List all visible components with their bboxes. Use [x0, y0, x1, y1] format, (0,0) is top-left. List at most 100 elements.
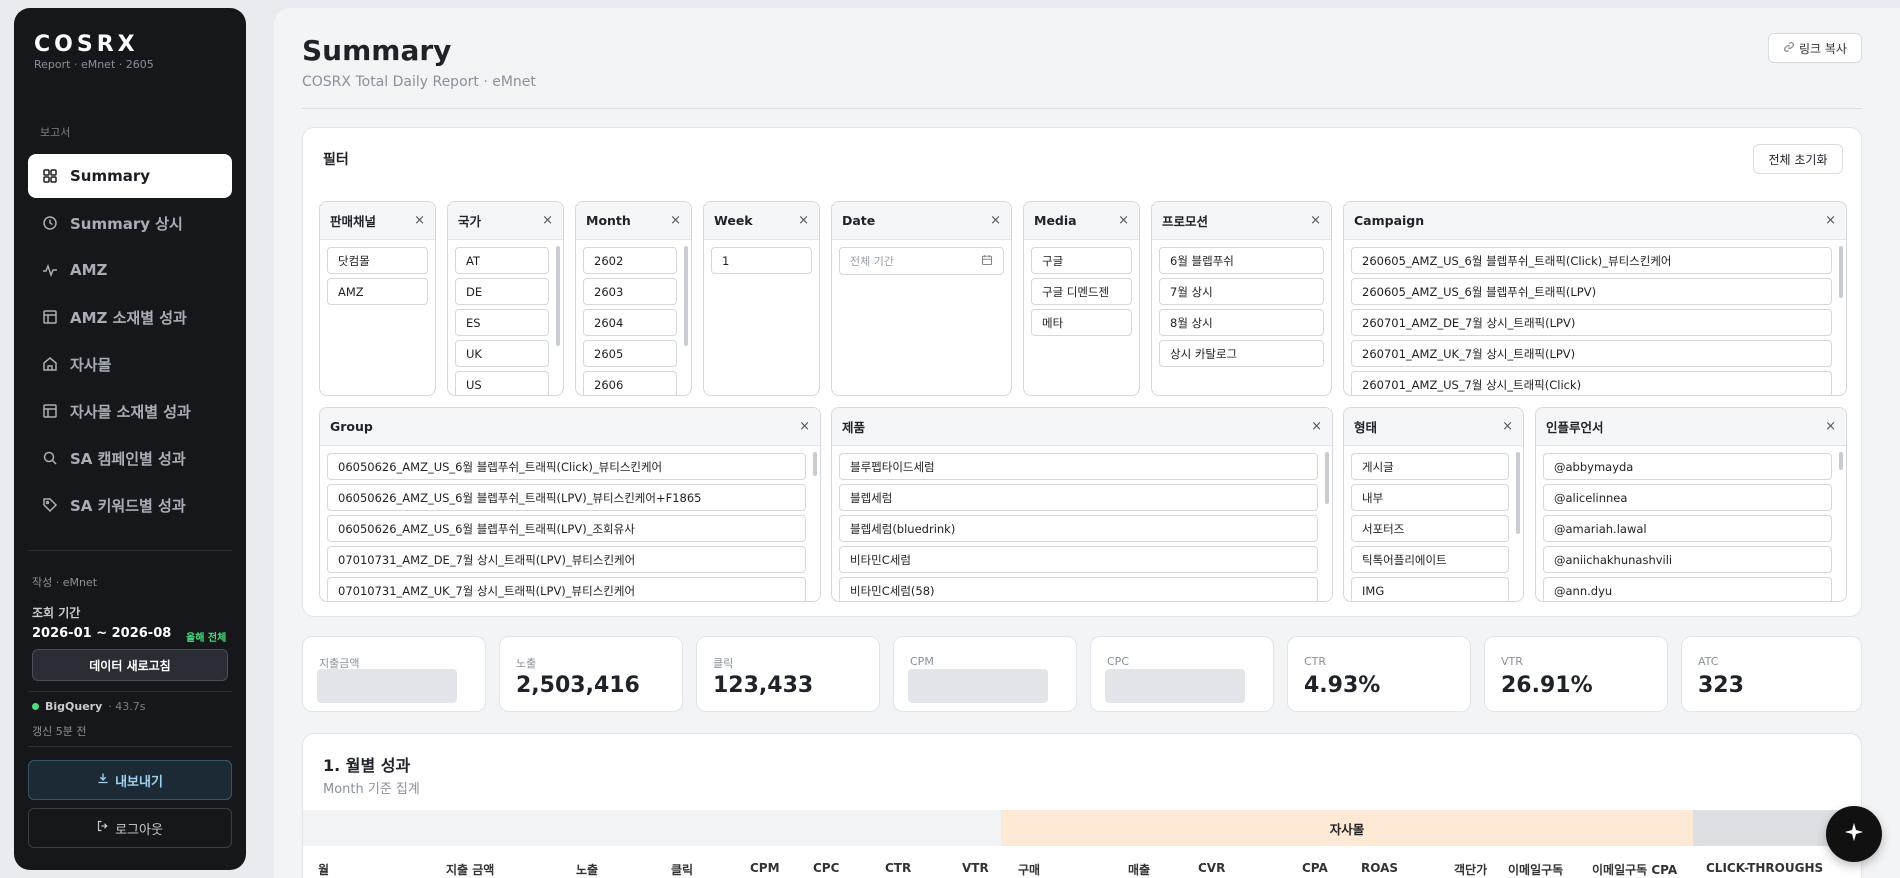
filter-option[interactable]: 비타민C세럼(58) [839, 577, 1318, 601]
filter-option[interactable]: 260701_AMZ_UK_7월 상시_트래픽(LPV) [1351, 340, 1832, 367]
filter-option[interactable]: 게시글 [1351, 453, 1509, 480]
table-header[interactable]: 매출 [1128, 861, 1150, 878]
filter-option[interactable]: 06050626_AMZ_US_6월 블렙푸쉬_트래픽(LPV)_조회유사 [327, 515, 806, 542]
table-header[interactable]: 이메일구독 [1508, 861, 1563, 878]
table-header[interactable]: CPM [750, 861, 780, 875]
filter-option[interactable]: 06050626_AMZ_US_6월 블렙푸쉬_트래픽(LPV)_뷰티스킨케어+… [327, 484, 806, 511]
filter-option[interactable]: 06050626_AMZ_US_6월 블렙푸쉬_트래픽(Click)_뷰티스킨케… [327, 453, 806, 480]
sidebar-item-amz-creative[interactable]: AMZ 소재별 성과 [28, 295, 232, 339]
table-header[interactable]: VTR [962, 861, 989, 875]
close-icon[interactable]: × [1825, 213, 1836, 228]
scrollbar[interactable] [1839, 246, 1843, 298]
close-icon[interactable]: × [1502, 419, 1513, 434]
filter-option[interactable]: 블루펩타이드세럼 [839, 453, 1318, 480]
filter-title: 필터 [323, 152, 349, 168]
table-header[interactable]: CVR [1198, 861, 1225, 875]
scrollbar[interactable] [813, 452, 817, 476]
date-range-input[interactable]: 전체 기간 [839, 247, 1004, 275]
filter-option[interactable]: 2604 [583, 309, 677, 336]
filter-option[interactable]: 닷컴몰 [327, 247, 428, 274]
filter-option[interactable]: 8월 상시 [1159, 309, 1324, 336]
export-button[interactable]: 내보내기 [28, 760, 232, 800]
filter-option[interactable]: 260701_AMZ_DE_7월 상시_트래픽(LPV) [1351, 309, 1832, 336]
scrollbar[interactable] [1516, 452, 1520, 534]
sidebar-item-amz[interactable]: AMZ [28, 248, 232, 292]
filter-option[interactable]: 틱톡어플리에이트 [1351, 546, 1509, 573]
table-header[interactable]: 월 [318, 861, 329, 878]
sidebar-item-label: SA 키워드별 성과 [70, 496, 186, 515]
filter-option[interactable]: 07010731_AMZ_UK_7월 상시_트래픽(LPV)_뷰티스킨케어 [327, 577, 806, 601]
close-icon[interactable]: × [670, 213, 681, 228]
logout-button[interactable]: 로그아웃 [28, 808, 232, 848]
scrollbar[interactable] [684, 246, 688, 346]
copy-link-button[interactable]: 링크 복사 [1768, 33, 1862, 63]
table-header[interactable]: 객단가 [1454, 861, 1487, 878]
filter-option[interactable]: @aniichakhunashvili [1543, 546, 1832, 573]
filter-option[interactable]: 구글 [1031, 247, 1132, 274]
table-header[interactable]: 이메일구독 CPA [1592, 861, 1677, 878]
close-icon[interactable]: × [1118, 213, 1129, 228]
filter-option[interactable]: @alicelinnea [1543, 484, 1832, 511]
filter-option[interactable]: 메타 [1031, 309, 1132, 336]
filter-option[interactable]: 서포터즈 [1351, 515, 1509, 542]
filter-option[interactable]: 상시 카탈로그 [1159, 340, 1324, 367]
filter-option[interactable]: 07010731_AMZ_DE_7월 상시_트래픽(LPV)_뷰티스킨케어 [327, 546, 806, 573]
sidebar-item-summary-regular[interactable]: Summary 상시 [28, 201, 232, 245]
sidebar-item-summary[interactable]: Summary [28, 154, 232, 198]
filter-option[interactable]: 구글 디멘드젠 [1031, 278, 1132, 305]
close-icon[interactable]: × [799, 419, 810, 434]
filter-option[interactable]: 2605 [583, 340, 677, 367]
sidebar-item-sa-keyword[interactable]: SA 키워드별 성과 [28, 483, 232, 527]
filter-option[interactable]: 7월 상시 [1159, 278, 1324, 305]
sidebar-item-own-mall[interactable]: 자사몰 [28, 342, 232, 386]
filter-option[interactable]: 2606 [583, 371, 677, 395]
filter-option[interactable]: UK [455, 340, 549, 367]
close-icon[interactable]: × [798, 213, 809, 228]
close-icon[interactable]: × [542, 213, 553, 228]
table-header[interactable]: CPA [1302, 861, 1328, 875]
ai-assistant-button[interactable] [1826, 806, 1882, 862]
close-icon[interactable]: × [1310, 213, 1321, 228]
filter-option[interactable]: 블렙세럼(bluedrink) [839, 515, 1318, 542]
filter-option[interactable]: 260605_AMZ_US_6월 블렙푸쉬_트래픽(LPV) [1351, 278, 1832, 305]
filter-option[interactable]: 1 [711, 247, 812, 274]
table-header[interactable]: CPC [813, 861, 839, 875]
filter-option[interactable]: 2603 [583, 278, 677, 305]
close-icon[interactable]: × [414, 213, 425, 228]
filter-option[interactable]: DE [455, 278, 549, 305]
sidebar-item-own-mall-creative[interactable]: 자사몰 소재별 성과 [28, 389, 232, 433]
reset-all-button[interactable]: 전체 초기화 [1753, 144, 1843, 174]
table-header[interactable]: 노출 [576, 861, 598, 878]
filter-option[interactable]: US [455, 371, 549, 395]
filter-option[interactable]: @amariah.lawal [1543, 515, 1832, 542]
filter-option[interactable]: IMG [1351, 577, 1509, 601]
scrollbar[interactable] [556, 246, 560, 346]
filter-option[interactable]: 260605_AMZ_US_6월 블렙푸쉬_트래픽(Click)_뷰티스킨케어 [1351, 247, 1832, 274]
table-header[interactable]: 지출 금액 [446, 861, 494, 878]
close-icon[interactable]: × [1311, 419, 1322, 434]
table-header[interactable]: CLICK-THROUGHS [1706, 861, 1823, 875]
table-header[interactable]: CTR [885, 861, 911, 875]
filter-option[interactable]: 내부 [1351, 484, 1509, 511]
filter-option[interactable]: AT [455, 247, 549, 274]
table-header[interactable]: 구매 [1018, 861, 1040, 878]
filter-option[interactable]: 비타민C세럼 [839, 546, 1318, 573]
refresh-data-button[interactable]: 데이터 새로고침 [32, 649, 228, 681]
filter-option[interactable]: 블렙세럼 [839, 484, 1318, 511]
close-icon[interactable]: × [990, 213, 1001, 228]
filter-option[interactable]: 6월 블렙푸쉬 [1159, 247, 1324, 274]
filter-option[interactable]: 260701_AMZ_US_7월 상시_트래픽(Click) [1351, 371, 1832, 395]
filter-option[interactable]: 2602 [583, 247, 677, 274]
scrollbar[interactable] [1325, 452, 1329, 504]
filter-group: Group × 06050626_AMZ_US_6월 블렙푸쉬_트래픽(Click… [319, 407, 821, 602]
filter-option[interactable]: AMZ [327, 278, 428, 305]
table-header[interactable]: ROAS [1361, 861, 1398, 875]
filter-option[interactable]: ES [455, 309, 549, 336]
filter-promotion: 프로모션 × 6월 블렙푸쉬 7월 상시 8월 상시 상시 카탈로그 [1151, 201, 1332, 396]
filter-option[interactable]: @abbymayda [1543, 453, 1832, 480]
sidebar-item-sa-campaign[interactable]: SA 캠페인별 성과 [28, 436, 232, 480]
table-header[interactable]: 클릭 [671, 861, 693, 878]
close-icon[interactable]: × [1825, 419, 1836, 434]
scrollbar[interactable] [1839, 452, 1843, 470]
filter-option[interactable]: @ann.dyu [1543, 577, 1832, 601]
